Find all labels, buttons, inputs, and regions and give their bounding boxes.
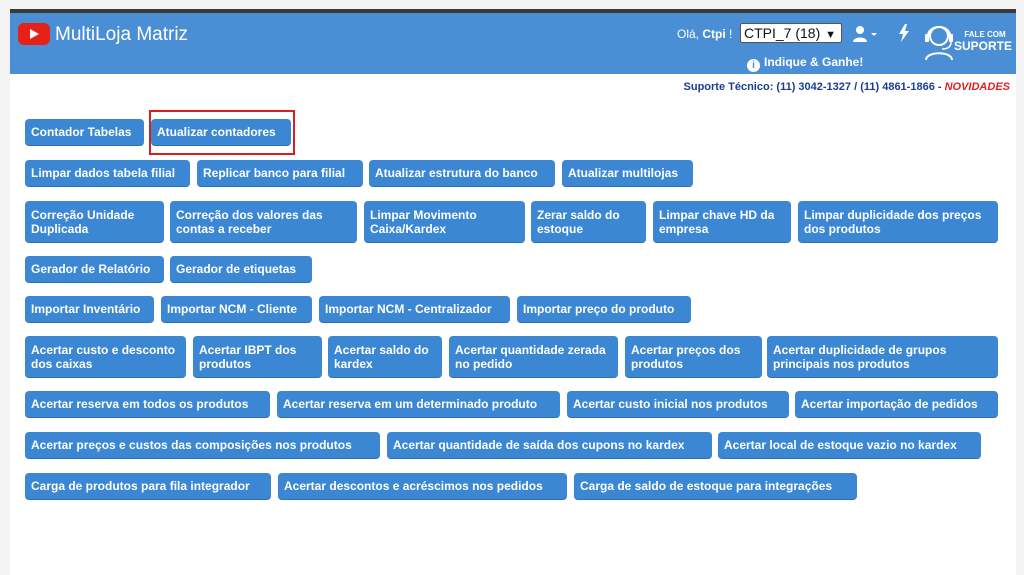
- acertar-quantidade-saida-cupons-button[interactable]: Acertar quantidade de saída dos cupons n…: [387, 432, 712, 459]
- zerar-saldo-estoque-button[interactable]: Zerar saldo do estoque: [531, 201, 646, 243]
- user-menu-icon[interactable]: [852, 25, 878, 43]
- youtube-logo-icon[interactable]: [18, 23, 50, 45]
- correcao-unidade-duplicada-button[interactable]: Correção Unidade Duplicada: [25, 201, 164, 243]
- acertar-custo-desconto-caixas-button[interactable]: Acertar custo e desconto dos caixas: [25, 336, 186, 378]
- app-frame: MultiLoja Matriz Olá, Ctpi ! CTPI_7 (18)…: [10, 13, 1016, 575]
- info-icon: i: [747, 59, 760, 72]
- limpar-movimento-caixa-kardex-button[interactable]: Limpar Movimento Caixa/Kardex: [364, 201, 525, 243]
- acertar-precos-custos-composicoes-button[interactable]: Acertar preços e custos das composições …: [25, 432, 380, 459]
- app-title: MultiLoja Matriz: [55, 24, 189, 45]
- support-label[interactable]: SUPORTE: [954, 40, 1012, 53]
- acertar-duplicidade-grupos-button[interactable]: Acertar duplicidade de grupos principais…: [767, 336, 998, 378]
- novidades-link[interactable]: NOVIDADES: [945, 81, 1010, 93]
- carga-saldo-estoque-integracoes-button[interactable]: Carga de saldo de estoque para integraçõ…: [574, 473, 857, 500]
- acertar-quantidade-zerada-pedido-button[interactable]: Acertar quantidade zerada no pedido: [449, 336, 618, 378]
- gerador-etiquetas-button[interactable]: Gerador de etiquetas: [170, 256, 312, 283]
- highlight-box: [149, 110, 295, 155]
- acertar-importacao-pedidos-button[interactable]: Acertar importação de pedidos: [795, 391, 998, 418]
- support-label-small[interactable]: FALE COM: [960, 30, 1010, 39]
- replicar-banco-filial-button[interactable]: Replicar banco para filial: [197, 160, 363, 187]
- acertar-custo-inicial-produtos-button[interactable]: Acertar custo inicial nos produtos: [567, 391, 789, 418]
- acertar-precos-produtos-button[interactable]: Acertar preços dos produtos: [625, 336, 762, 378]
- lightning-icon[interactable]: [898, 24, 910, 42]
- acertar-local-estoque-vazio-button[interactable]: Acertar local de estoque vazio no kardex: [718, 432, 981, 459]
- header-bar: MultiLoja Matriz Olá, Ctpi ! CTPI_7 (18)…: [10, 13, 1016, 74]
- acertar-reserva-determinado-produto-button[interactable]: Acertar reserva em um determinado produt…: [277, 391, 560, 418]
- correcao-valores-contas-receber-button[interactable]: Correção dos valores das contas a recebe…: [170, 201, 357, 243]
- user-greeting: Olá, Ctpi !: [677, 27, 733, 41]
- acertar-descontos-acrescimos-button[interactable]: Acertar descontos e acréscimos nos pedid…: [278, 473, 567, 500]
- contador-tabelas-button[interactable]: Contador Tabelas: [25, 119, 144, 146]
- chevron-down-icon: ▼: [825, 29, 836, 41]
- limpar-duplicidade-precos-button[interactable]: Limpar duplicidade dos preços dos produt…: [798, 201, 998, 243]
- atualizar-multilojas-button[interactable]: Atualizar multilojas: [562, 160, 693, 187]
- tech-support-line: Suporte Técnico: (11) 3042-1327 / (11) 4…: [683, 81, 1010, 93]
- importar-ncm-cliente-button[interactable]: Importar NCM - Cliente: [161, 296, 312, 323]
- acertar-ibpt-produtos-button[interactable]: Acertar IBPT dos produtos: [193, 336, 322, 378]
- importar-ncm-centralizador-button[interactable]: Importar NCM - Centralizador: [319, 296, 510, 323]
- support-headset-icon[interactable]: [920, 20, 958, 60]
- limpar-dados-tabela-filial-button[interactable]: Limpar dados tabela filial: [25, 160, 190, 187]
- importar-preco-produto-button[interactable]: Importar preço do produto: [517, 296, 691, 323]
- store-select-value: CTPI_7 (18): [744, 25, 821, 41]
- referral-link[interactable]: i Indique & Ganhe!: [747, 53, 863, 72]
- store-select[interactable]: CTPI_7 (18) ▼: [740, 23, 842, 43]
- gerador-relatorio-button[interactable]: Gerador de Relatório: [25, 256, 164, 283]
- acertar-reserva-todos-produtos-button[interactable]: Acertar reserva em todos os produtos: [25, 391, 270, 418]
- atualizar-estrutura-banco-button[interactable]: Atualizar estrutura do banco: [369, 160, 555, 187]
- acertar-saldo-kardex-button[interactable]: Acertar saldo do kardex: [328, 336, 442, 378]
- carga-produtos-fila-integrador-button[interactable]: Carga de produtos para fila integrador: [25, 473, 271, 500]
- limpar-chave-hd-empresa-button[interactable]: Limpar chave HD da empresa: [653, 201, 791, 243]
- importar-inventario-button[interactable]: Importar Inventário: [25, 296, 154, 323]
